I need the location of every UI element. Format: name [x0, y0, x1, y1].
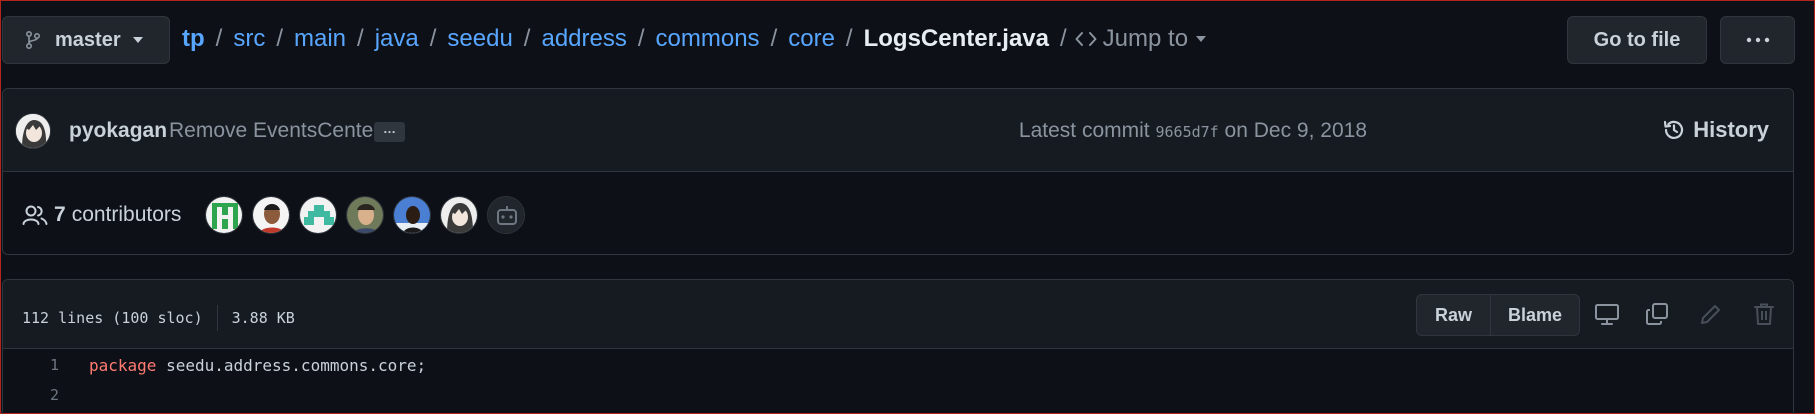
line-number[interactable]: 2 [3, 386, 59, 404]
contributor-avatar[interactable] [346, 196, 384, 234]
breadcrumb-separator: / [276, 25, 283, 52]
breadcrumb-current-file: LogsCenter.java [863, 25, 1049, 52]
breadcrumb-separator: / [770, 25, 778, 52]
delete-file-button[interactable] [1751, 301, 1777, 332]
breadcrumb: tp / src / main / java / seedu / address… [182, 25, 1207, 53]
blame-button[interactable]: Blame [1491, 295, 1579, 335]
code-keyword: package [89, 355, 157, 375]
file-info: 112 lines (100 sloc) 3.88 KB [22, 305, 295, 331]
trash-icon [1754, 303, 1774, 325]
file-viewer: 112 lines (100 sloc) 3.88 KB Raw Blame 1… [2, 279, 1794, 414]
commit-author-link[interactable]: pyokagan [69, 119, 167, 143]
branch-name: master [55, 28, 121, 51]
code-view: 1 package seedu.address.commons.core; 2 [3, 350, 1793, 410]
breadcrumb-link-main[interactable]: main [294, 25, 346, 53]
code-rest: seedu.address.commons.core; [156, 355, 427, 375]
commit-sha-link[interactable]: 9665d7f [1155, 123, 1218, 141]
latest-commit-row: pyokagan Remove EventsCenter … Latest co… [3, 89, 1793, 172]
device-desktop-icon [1595, 304, 1619, 325]
file-navigation: master tp / src / main / java / seedu / … [0, 16, 1815, 66]
contributors-label: contributors [71, 203, 182, 226]
latest-commit-label: Latest commit [1018, 119, 1150, 142]
code-icon [1075, 32, 1097, 46]
jump-to-button[interactable]: Jump to [1071, 25, 1207, 53]
breadcrumb-link-address[interactable]: address [541, 25, 626, 53]
breadcrumb-separator: / [357, 25, 364, 52]
breadcrumb-separator: / [1060, 25, 1067, 52]
code-content: package seedu.address.commons.core; [89, 356, 426, 375]
raw-button[interactable]: Raw [1417, 295, 1491, 335]
code-line: 1 package seedu.address.commons.core; [3, 350, 1793, 380]
contributors-link[interactable]: 7 contributors [22, 203, 181, 227]
contributor-avatars [205, 196, 534, 234]
line-count: 112 lines (100 sloc) [22, 309, 203, 327]
copy-icon [1646, 303, 1668, 325]
file-size: 3.88 KB [231, 309, 295, 327]
line-number[interactable]: 1 [3, 356, 59, 374]
chevron-down-icon [132, 37, 143, 43]
contributor-avatar-bot[interactable] [487, 196, 525, 234]
contributor-avatar[interactable] [393, 196, 431, 234]
go-to-file-button[interactable]: Go to file [1567, 16, 1707, 64]
history-icon [1664, 120, 1684, 139]
chevron-down-icon [1196, 36, 1207, 42]
contributor-avatar[interactable] [299, 196, 337, 234]
kebab-horizontal-icon [1746, 37, 1769, 43]
contributor-avatar[interactable] [252, 196, 290, 234]
divider [216, 305, 218, 331]
file-view-button-group: Raw Blame [1416, 294, 1580, 336]
breadcrumb-link-java[interactable]: java [375, 25, 419, 53]
breadcrumb-separator: / [429, 25, 437, 52]
history-link[interactable]: History [1662, 117, 1769, 143]
commit-info-box: pyokagan Remove EventsCenter … Latest co… [2, 88, 1794, 255]
code-line: 2 [3, 380, 1793, 410]
copy-raw-button[interactable] [1644, 301, 1670, 332]
contributor-avatar[interactable] [205, 196, 243, 234]
breadcrumb-separator: / [637, 25, 645, 52]
commit-date: Dec 9, 2018 [1253, 119, 1367, 142]
latest-commit-info: Latest commit 9665d7f on Dec 9, 2018 [1019, 119, 1367, 143]
breadcrumb-separator: / [845, 25, 853, 52]
avatar-image [16, 114, 50, 148]
people-icon [22, 205, 48, 225]
breadcrumb-separator: / [215, 25, 223, 52]
commit-message-link[interactable]: Remove EventsCenter [169, 119, 380, 143]
breadcrumb-separator: / [523, 25, 531, 52]
expand-commit-message-button[interactable]: … [374, 122, 405, 142]
breadcrumb-link-seedu[interactable]: seedu [447, 25, 512, 53]
edit-file-button[interactable] [1698, 301, 1724, 332]
contributor-avatar[interactable] [440, 196, 478, 234]
breadcrumb-link-core[interactable]: core [788, 25, 835, 53]
breadcrumb-link-src[interactable]: src [233, 25, 265, 53]
display-source-button[interactable] [1594, 301, 1620, 332]
breadcrumb-link-commons[interactable]: commons [656, 25, 760, 53]
pencil-icon [1701, 305, 1720, 324]
commit-date-prefix: on [1224, 119, 1248, 142]
git-branch-icon [26, 31, 41, 49]
avatar[interactable] [15, 113, 51, 149]
history-label: History [1693, 117, 1769, 142]
more-options-button[interactable] [1720, 16, 1795, 64]
branch-select-button[interactable]: master [2, 16, 170, 64]
breadcrumb-repo-link[interactable]: tp [182, 25, 205, 53]
contributors-count: 7 [54, 203, 66, 226]
jump-to-label: Jump to [1102, 25, 1189, 52]
contributors-row: 7 contributors [3, 173, 1793, 255]
file-header: 112 lines (100 sloc) 3.88 KB Raw Blame [3, 280, 1793, 349]
